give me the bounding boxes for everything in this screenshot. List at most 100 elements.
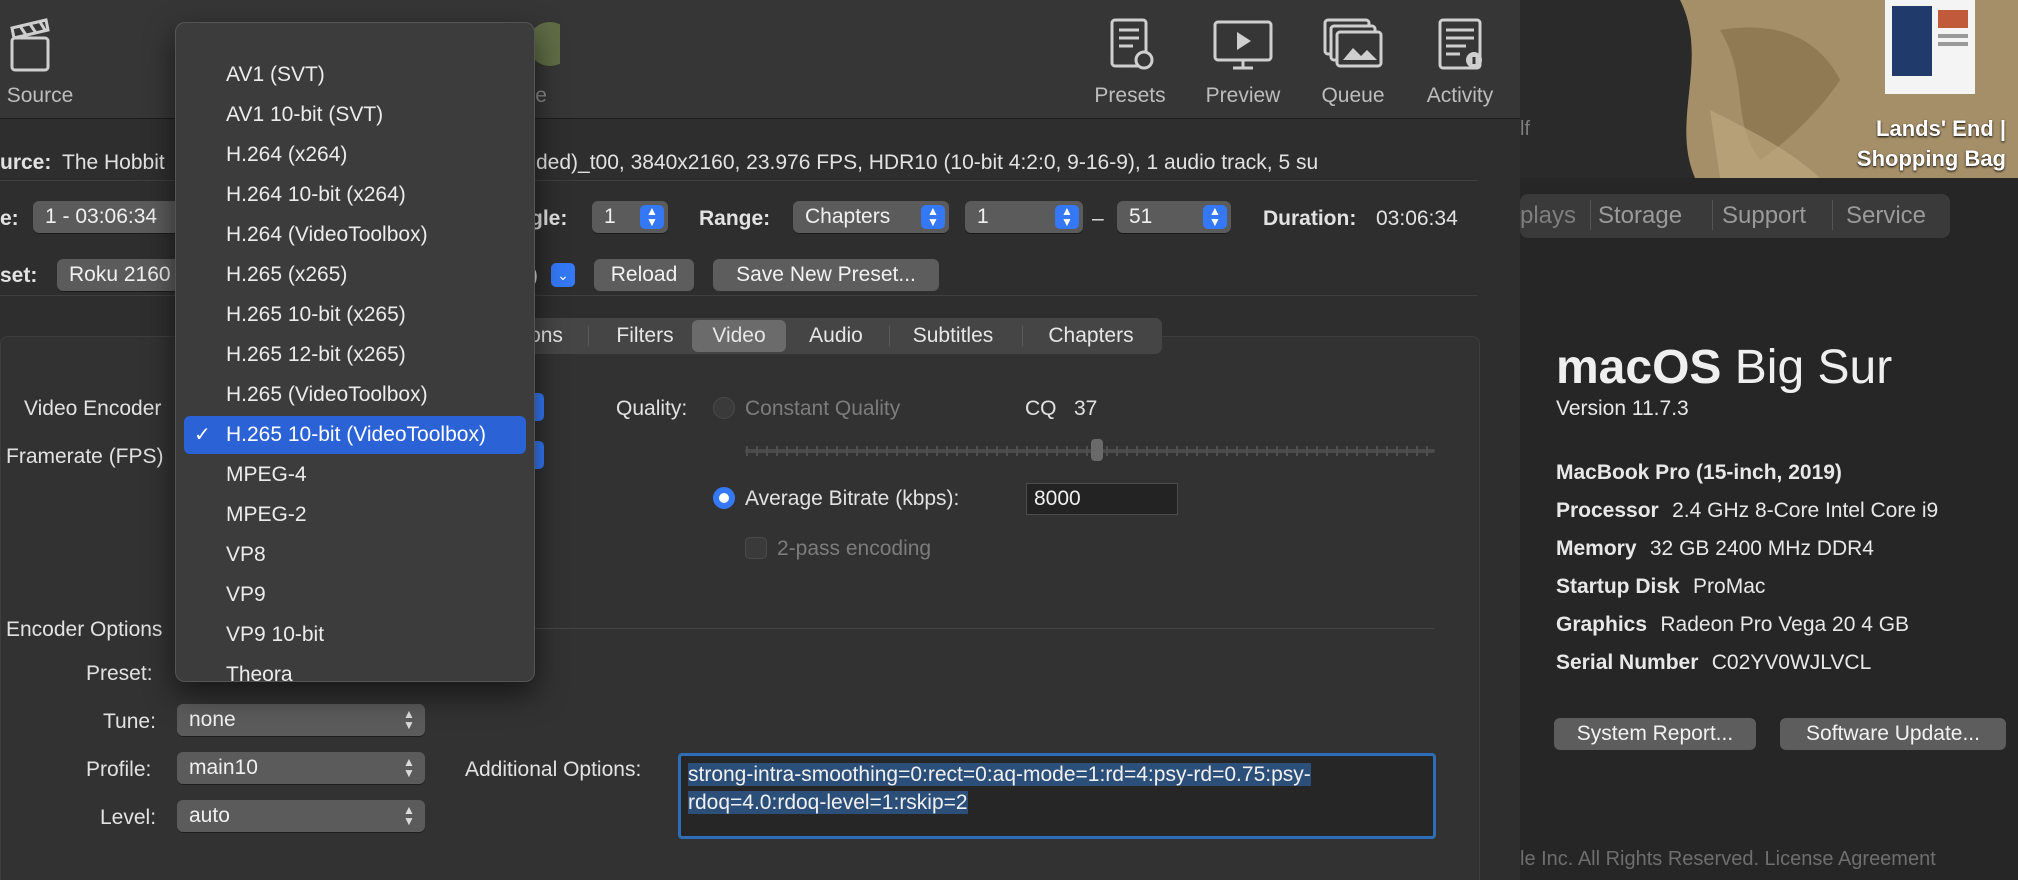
title-select[interactable]: 1 - 03:06:34 [33, 201, 183, 233]
partial-text: lf [1520, 118, 1530, 140]
cq-label: CQ [1025, 397, 1057, 420]
source-details: ded)_t00, 3840x2160, 23.976 FPS, HDR10 (… [536, 151, 1319, 174]
encoder-menu-item[interactable]: VP8 [184, 536, 526, 574]
encoder-menu-item[interactable]: H.264 10-bit (x264) [184, 176, 526, 214]
clapperboard-icon [10, 18, 50, 72]
framerate-label: Framerate (FPS) [6, 445, 164, 468]
copyright-footer: le Inc. All Rights Reserved. License Agr… [1520, 848, 1936, 870]
tab-subtitles[interactable]: Subtitles [892, 320, 1014, 352]
stepper-icon: ▲ ▼ [403, 803, 415, 828]
additional-options-label: Additional Options: [465, 758, 642, 781]
encoder-menu-item[interactable]: H.265 (VideoToolbox) [184, 376, 526, 414]
encoder-menu-item[interactable]: MPEG-2 [184, 496, 526, 534]
encoder-menu-item[interactable]: AV1 10-bit (SVT) [184, 96, 526, 134]
encoder-menu-item-label: VP8 [226, 543, 266, 566]
encoder-menu-item-label: MPEG-4 [226, 463, 307, 486]
encoder-menu-item[interactable]: H.264 (x264) [184, 136, 526, 174]
os-name: macOS Big Sur [1556, 340, 1892, 395]
average-bitrate-radio[interactable] [713, 487, 735, 509]
title-label: e: [0, 207, 19, 230]
about-tab-bar: plays Storage Support Service [1520, 194, 1950, 238]
angle-select[interactable]: 1 ▲ ▼ [592, 201, 668, 233]
encoder-menu-item-label: H.265 12-bit (x265) [226, 343, 406, 366]
tab-filters[interactable]: Filters [592, 320, 698, 352]
range-start-select[interactable]: 1 ▲ ▼ [965, 201, 1083, 233]
activity-label: Activity [1426, 84, 1494, 107]
encoder-menu-item[interactable]: MPEG-4 [184, 456, 526, 494]
tab-separator [1590, 200, 1591, 230]
encoder-menu-item[interactable]: Theora [184, 656, 526, 694]
save-new-preset-button[interactable]: Save New Preset... [713, 259, 939, 291]
preset-value: Roku 2160 [69, 263, 171, 286]
presets-button[interactable]: Presets [1070, 16, 1190, 108]
profile-select[interactable]: main10 ▲ ▼ [177, 752, 425, 784]
stepper-icon: ▲ ▼ [640, 205, 664, 229]
stepper-icon: ▲ ▼ [921, 205, 945, 229]
encoder-menu-item[interactable]: H.265 10-bit (x265) [184, 296, 526, 334]
processor-row: Processor 2.4 GHz 8-Core Intel Core i9 [1556, 499, 1939, 522]
source-row-label: urce: [0, 151, 52, 174]
average-bitrate-input[interactable]: 8000 [1026, 483, 1178, 515]
os-name-light: Big Sur [1734, 341, 1893, 394]
tab-video[interactable]: Video [692, 320, 786, 352]
range-start-value: 1 [977, 205, 989, 228]
queue-button[interactable]: Queue [1293, 16, 1413, 108]
range-label: Range: [699, 207, 771, 230]
encoder-menu-item-label: AV1 10-bit (SVT) [226, 103, 384, 126]
two-pass-checkbox[interactable] [745, 537, 767, 559]
encoder-menu-item-label: H.265 10-bit (VideoToolbox) [226, 423, 486, 446]
range-end-select[interactable]: 51 ▲ ▼ [1117, 201, 1231, 233]
ad-caption-1: Lands' End | [1876, 116, 2006, 141]
stepper-icon: ▲ ▼ [403, 755, 415, 780]
tune-select[interactable]: none ▲ ▼ [177, 704, 425, 736]
tab-chapters[interactable]: Chapters [1026, 320, 1156, 352]
encoder-menu-item-label: H.265 (x265) [226, 263, 348, 286]
level-select[interactable]: auto ▲ ▼ [177, 800, 425, 832]
tab-support[interactable]: Support [1722, 202, 1806, 230]
constant-quality-radio[interactable] [713, 397, 735, 419]
source-button[interactable]: Source [0, 16, 100, 108]
encoder-menu-item[interactable]: ✓ H.265 10-bit (VideoToolbox) [184, 416, 526, 454]
tab-separator [588, 326, 589, 346]
angle-label: gle: [530, 207, 568, 230]
presets-label: Presets [1094, 84, 1166, 107]
preset-option-label: Preset: [86, 662, 153, 685]
quality-slider-knob[interactable] [1090, 439, 1103, 461]
tab-separator [1022, 326, 1023, 346]
software-update-button[interactable]: Software Update... [1780, 718, 2006, 750]
os-version: Version 11.7.3 [1556, 397, 1689, 420]
range-select[interactable]: Chapters ▲ ▼ [793, 201, 949, 233]
video-encoder-label: Video Encoder [24, 397, 162, 420]
tab-service[interactable]: Service [1846, 202, 1926, 230]
tune-value: none [189, 708, 236, 731]
encoder-menu-item[interactable]: VP9 [184, 576, 526, 614]
stepper-icon: ▲ ▼ [403, 707, 415, 732]
activity-button[interactable]: Activity [1400, 16, 1520, 108]
angle-value: 1 [604, 205, 616, 228]
two-pass-label: 2-pass encoding [777, 537, 932, 560]
encoder-menu-item[interactable]: H.265 (x265) [184, 256, 526, 294]
startup-disk-row: Startup Disk ProMac [1556, 575, 1766, 598]
additional-options-textarea[interactable]: strong-intra-smoothing=0:rect=0:aq-mode=… [678, 753, 1436, 839]
encoder-menu-item-label: AV1 (SVT) [226, 63, 325, 86]
range-value: Chapters [805, 205, 891, 228]
preview-button[interactable]: Preview [1183, 16, 1303, 108]
tab-displays[interactable]: plays [1520, 202, 1576, 230]
reload-button[interactable]: Reload [594, 259, 694, 291]
separator [530, 628, 1434, 629]
chevron-down-icon[interactable]: ⌄ [551, 263, 575, 287]
tab-audio[interactable]: Audio [790, 320, 882, 352]
about-body [1520, 178, 2018, 880]
presets-icon [1110, 18, 1154, 70]
cq-value: 37 [1074, 397, 1098, 420]
checkmark-icon: ✓ [194, 424, 211, 446]
encoder-menu-item[interactable]: VP9 10-bit [184, 616, 526, 654]
encoder-menu-item[interactable]: AV1 (SVT) [184, 56, 526, 94]
tab-storage[interactable]: Storage [1598, 202, 1682, 230]
encoder-menu-item[interactable]: H.264 (VideoToolbox) [184, 216, 526, 254]
encoder-menu-item-label: H.264 10-bit (x264) [226, 183, 406, 206]
profile-value: main10 [189, 756, 258, 779]
encoder-menu-item-label: MPEG-2 [226, 503, 307, 526]
encoder-menu-item[interactable]: H.265 12-bit (x265) [184, 336, 526, 374]
system-report-button[interactable]: System Report... [1554, 718, 1756, 750]
